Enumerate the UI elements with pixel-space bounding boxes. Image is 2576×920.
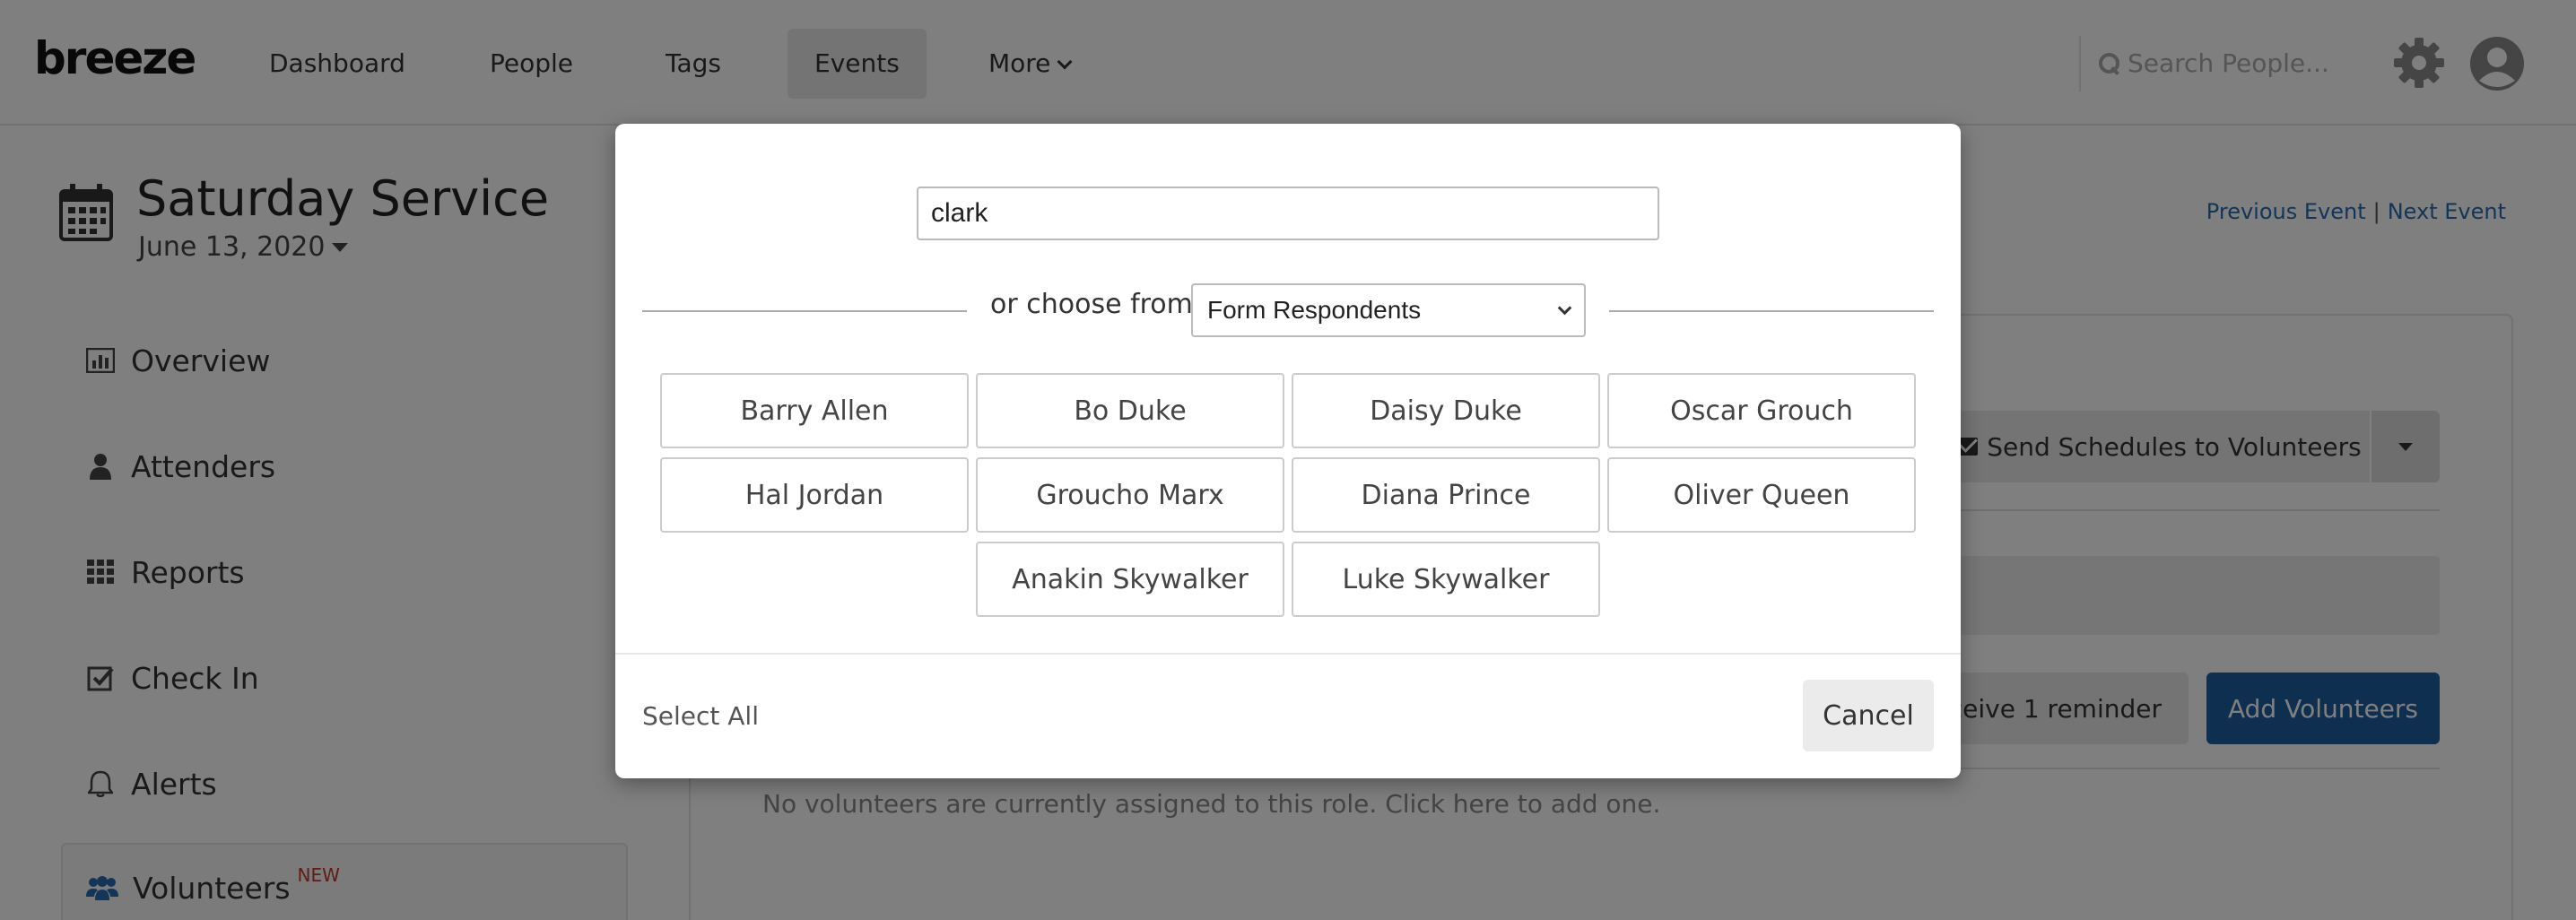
person-option[interactable]: Bo Duke bbox=[976, 373, 1284, 448]
volunteer-search-input[interactable] bbox=[917, 187, 1659, 240]
person-option[interactable]: Hal Jordan bbox=[660, 457, 969, 533]
source-select[interactable]: Form Respondents bbox=[1191, 283, 1586, 337]
divider-right bbox=[1609, 310, 1934, 312]
person-option[interactable]: Groucho Marx bbox=[976, 457, 1284, 533]
person-option[interactable]: Anakin Skywalker bbox=[976, 542, 1284, 617]
person-option[interactable]: Diana Prince bbox=[1292, 457, 1600, 533]
person-option[interactable]: Luke Skywalker bbox=[1292, 542, 1600, 617]
select-all-link[interactable]: Select All bbox=[642, 701, 759, 731]
cancel-button[interactable]: Cancel bbox=[1803, 680, 1934, 751]
person-option[interactable]: Daisy Duke bbox=[1292, 373, 1600, 448]
modal-footer-divider bbox=[615, 653, 1961, 655]
divider-left bbox=[642, 310, 967, 312]
person-option[interactable]: Barry Allen bbox=[660, 373, 969, 448]
add-volunteers-modal: or choose from Form Respondents Barry Al… bbox=[615, 124, 1961, 778]
person-option[interactable]: Oliver Queen bbox=[1607, 457, 1916, 533]
chevron-down-icon bbox=[1557, 300, 1572, 315]
choose-from-label: or choose from bbox=[990, 289, 1193, 320]
person-option[interactable]: Oscar Grouch bbox=[1607, 373, 1916, 448]
source-select-value: Form Respondents bbox=[1207, 296, 1422, 324]
